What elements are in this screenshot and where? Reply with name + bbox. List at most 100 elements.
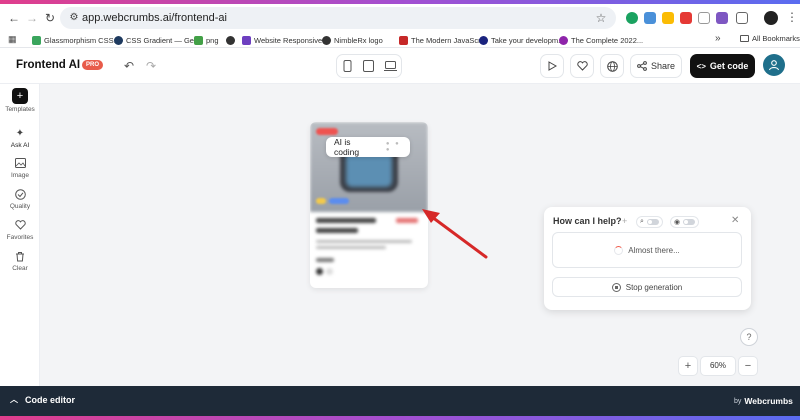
publish-button[interactable] [600, 54, 624, 78]
extension-icon[interactable] [644, 12, 656, 24]
mobile-view-icon[interactable] [341, 59, 355, 73]
get-code-label: Get code [709, 61, 749, 71]
address-bar[interactable]: ⚙ app.webcrumbs.ai/frontend-ai ☆ [60, 7, 616, 29]
sparkle-icon: ✦ [15, 127, 25, 139]
help-question-icon[interactable]: ? [740, 328, 758, 346]
sidebar-item-ask-ai[interactable]: ✦ Ask AI [0, 126, 40, 150]
globe-icon [606, 60, 618, 72]
ai-coding-label: AI is coding [334, 137, 360, 157]
code-brackets-icon: <> [696, 61, 706, 71]
code-editor-bar[interactable]: ︿ Code editor by Webcrumbs [0, 386, 800, 416]
favorite-button[interactable] [570, 54, 594, 78]
apps-grid-icon[interactable]: ▦ [8, 35, 17, 44]
extension-icon[interactable] [716, 12, 728, 24]
bookmark-favicon-icon [114, 35, 123, 45]
bookmark-star-icon[interactable]: ☆ [594, 11, 608, 25]
extension-icon[interactable] [680, 12, 692, 24]
heart-icon [13, 218, 27, 232]
extensions-puzzle-icon[interactable] [736, 12, 748, 24]
profile-avatar-icon[interactable] [764, 11, 778, 25]
play-icon [548, 61, 557, 71]
browser-menu-icon[interactable]: ⋮ [786, 10, 798, 24]
bookmark-favicon-icon [479, 35, 488, 45]
user-avatar[interactable] [763, 54, 785, 76]
generation-status-text: Almost there... [628, 245, 680, 255]
extension-icon[interactable] [662, 12, 674, 24]
all-bookmarks-button[interactable]: All Bookmarks [740, 34, 800, 43]
extension-icon[interactable] [698, 12, 710, 24]
close-icon[interactable]: ✕ [731, 215, 739, 226]
stop-generation-button[interactable]: Stop generation [552, 277, 742, 297]
toggle-switch[interactable] [683, 219, 696, 225]
bookmark-item[interactable]: CSS Gradient — Ge... [114, 34, 200, 46]
all-bookmarks-label: All Bookmarks [752, 34, 800, 43]
bookmark-item[interactable]: Glassmorphism CSS... [32, 34, 120, 46]
folder-icon [740, 35, 749, 42]
zoom-control: + 60% − [678, 355, 760, 377]
preview-play-button[interactable] [540, 54, 564, 78]
help-panel-title: How can I help? [553, 216, 622, 226]
zoom-in-button[interactable]: + [678, 356, 698, 376]
brand-title: Frontend AI [16, 59, 81, 71]
bookmark-item[interactable]: The Complete 2022... [559, 34, 643, 46]
bookmark-item[interactable] [226, 34, 235, 46]
sidebar-item-clear[interactable]: Clear [0, 249, 40, 272]
bookmark-label: NimbleRx logo [334, 35, 383, 45]
site-settings-icon[interactable]: ⚙ [67, 11, 81, 25]
tag-badge [329, 198, 349, 204]
sidebar-item-favorites[interactable]: Favorites [0, 218, 40, 241]
undo-icon[interactable]: ↶ [120, 57, 138, 75]
bookmark-label: CSS Gradient — Ge... [126, 35, 201, 45]
bookmark-label: Glassmorphism CSS... [44, 35, 120, 45]
bookmarks-bar: ▦ Glassmorphism CSS... CSS Gradient — Ge… [0, 32, 800, 48]
toggle-switch[interactable] [646, 219, 659, 225]
webcrumbs-logo: Webcrumbs [744, 396, 793, 406]
more-bookmarks-icon[interactable]: » [715, 33, 721, 44]
bookmark-favicon-icon [559, 35, 568, 45]
sale-badge [316, 128, 338, 135]
zoom-out-button[interactable]: − [738, 356, 758, 376]
sidebar-item-label: Image [10, 172, 30, 179]
sidebar-item-quality[interactable]: Quality [0, 187, 40, 210]
chevron-up-icon: ︿ [10, 395, 18, 404]
palette-icon: ◉ [674, 219, 681, 226]
reload-icon[interactable]: ↻ [42, 10, 58, 26]
loading-dots-icon: ● ● ● [385, 141, 401, 153]
bookmark-label: png [206, 35, 219, 45]
user-icon [768, 60, 780, 71]
bottom-gradient-strip [0, 416, 800, 420]
back-icon[interactable]: ← [6, 10, 22, 26]
bookmark-item[interactable]: The Modern JavaScr... [399, 34, 486, 46]
share-label: Share [650, 61, 676, 71]
add-icon[interactable]: + [622, 216, 627, 226]
extension-icon[interactable] [626, 12, 638, 24]
left-sidebar: + Templates ✦ Ask AI Image Quality Favor… [0, 84, 40, 386]
sidebar-item-label: Quality [9, 203, 31, 210]
sidebar-item-label: Ask AI [10, 142, 30, 149]
stop-icon [611, 282, 621, 292]
bookmark-item[interactable]: Take your developm... [479, 34, 564, 46]
url-text: app.webcrumbs.ai/frontend-ai [82, 12, 227, 24]
bookmark-label: The Complete 2022... [571, 35, 644, 45]
sidebar-item-templates[interactable]: + Templates [0, 88, 40, 113]
get-code-button[interactable]: <> Get code [690, 54, 755, 78]
sidebar-item-image[interactable]: Image [0, 156, 40, 179]
zoom-level[interactable]: 60% [700, 356, 736, 376]
bookmark-favicon-icon [242, 35, 251, 45]
bookmark-item[interactable]: NimbleRx logo [322, 34, 383, 46]
search-toggle[interactable]: ⌕ [636, 216, 663, 228]
spinner-icon [614, 245, 624, 255]
tablet-view-icon[interactable] [362, 59, 376, 73]
annotation-arrow [422, 209, 488, 259]
bookmark-item[interactable]: png [194, 34, 219, 46]
generation-status: Almost there... [552, 232, 742, 268]
share-button[interactable]: Share [630, 54, 682, 78]
redo-icon[interactable]: ↷ [142, 57, 160, 75]
check-circle-icon [13, 187, 27, 201]
bookmark-item[interactable]: Website Responsive... [242, 34, 328, 46]
mode-toggle[interactable]: ◉ [670, 216, 700, 228]
desktop-view-icon[interactable] [383, 59, 397, 73]
forward-icon[interactable]: → [24, 10, 40, 26]
search-icon: ⌕ [640, 218, 644, 225]
code-editor-toggle[interactable]: ︿ Code editor [10, 395, 75, 405]
